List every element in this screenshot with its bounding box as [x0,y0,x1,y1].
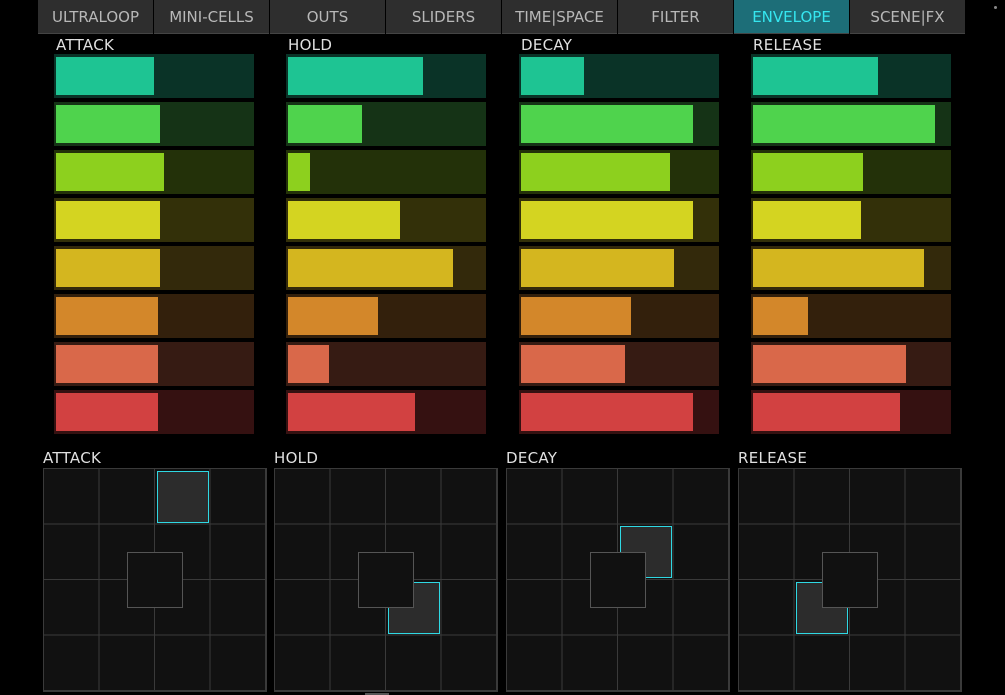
column-title: DECAY [521,36,573,54]
decay-slider-3[interactable] [519,150,719,194]
tab-scene-fx[interactable]: SCENE|FX [850,0,965,34]
release-slider-8[interactable] [751,390,951,434]
slider-fill [521,393,693,431]
release-pad: RELEASE [738,448,962,692]
slider-fill [521,57,584,95]
release-xy-grid[interactable] [738,468,962,692]
slider-fill [753,249,924,287]
slider-fill [521,153,670,191]
hold-slider-8[interactable] [286,390,486,434]
decay-slider-7[interactable] [519,342,719,386]
attack-slider-2[interactable] [54,102,254,146]
column-title: ATTACK [56,36,115,54]
slider-fill [288,393,415,431]
hold-slider-2[interactable] [286,102,486,146]
hold-slider-6[interactable] [286,294,486,338]
column-title: RELEASE [753,36,823,54]
slider-fill [521,297,631,335]
attack-slider-5[interactable] [54,246,254,290]
slider-fill [753,297,808,335]
slider-fill [288,201,400,239]
attack-slider-3[interactable] [54,150,254,194]
release-slider-1[interactable] [751,54,951,98]
hold-slider-3[interactable] [286,150,486,194]
slider-fill [288,105,362,143]
hold-slider-5[interactable] [286,246,486,290]
overflow-dot [994,6,997,9]
slider-fill [288,297,378,335]
pad-center-marker [127,552,184,609]
pad-title: DECAY [506,449,558,467]
release-slider-7[interactable] [751,342,951,386]
tab-envelope[interactable]: ENVELOPE [734,0,849,34]
attack-pad: ATTACK [43,448,267,692]
attack-slider-1[interactable] [54,54,254,98]
decay-slider-column: DECAY [519,36,719,438]
tab-sliders[interactable]: SLIDERS [386,0,501,34]
slider-fill [753,201,861,239]
slider-fill [56,345,158,383]
slider-fill [521,201,693,239]
decay-slider-2[interactable] [519,102,719,146]
slider-fill [56,393,158,431]
slider-fill [56,201,160,239]
pad-title: HOLD [274,449,319,467]
slider-fill [753,393,900,431]
decay-slider-8[interactable] [519,390,719,434]
slider-fill [56,249,160,287]
pad-center-marker [822,552,879,609]
slider-fill [288,153,310,191]
hold-slider-7[interactable] [286,342,486,386]
slider-fill [56,153,164,191]
slider-fill [521,105,693,143]
release-slider-4[interactable] [751,198,951,242]
release-slider-column: RELEASE [751,36,951,438]
release-slider-5[interactable] [751,246,951,290]
decay-slider-6[interactable] [519,294,719,338]
slider-fill [288,57,423,95]
pad-center-marker [590,552,647,609]
attack-slider-7[interactable] [54,342,254,386]
hold-slider-column: HOLD [286,36,486,438]
decay-slider-5[interactable] [519,246,719,290]
slider-fill [521,249,674,287]
tab-mini-cells[interactable]: MINI-CELLS [154,0,269,34]
hold-slider-1[interactable] [286,54,486,98]
tab-filter[interactable]: FILTER [618,0,733,34]
decay-xy-grid[interactable] [506,468,730,692]
slider-fill [56,297,158,335]
release-slider-2[interactable] [751,102,951,146]
tab-time-space[interactable]: TIME|SPACE [502,0,617,34]
slider-fill [753,345,906,383]
slider-fill [288,249,453,287]
attack-slider-6[interactable] [54,294,254,338]
attack-xy-grid[interactable] [43,468,267,692]
slider-fill [521,345,625,383]
slider-fill [56,57,154,95]
hold-pad: HOLD [274,448,498,692]
release-slider-3[interactable] [751,150,951,194]
pad-cursor[interactable] [156,470,209,523]
attack-slider-column: ATTACK [54,36,254,438]
slider-fill [56,105,160,143]
tab-bar: ULTRALOOP MINI-CELLS OUTS SLIDERS TIME|SPACE… [38,0,966,35]
tab-ultraloop[interactable]: ULTRALOOP [38,0,153,34]
slider-fill [288,345,329,383]
pad-title: RELEASE [738,449,808,467]
tab-outs[interactable]: OUTS [270,0,385,34]
slider-fill [753,153,863,191]
column-title: HOLD [288,36,333,54]
decay-slider-1[interactable] [519,54,719,98]
release-slider-6[interactable] [751,294,951,338]
decay-slider-4[interactable] [519,198,719,242]
attack-slider-4[interactable] [54,198,254,242]
decay-pad: DECAY [506,448,730,692]
pad-center-marker [358,552,415,609]
attack-slider-8[interactable] [54,390,254,434]
pad-title: ATTACK [43,449,102,467]
hold-xy-grid[interactable] [274,468,498,692]
hold-slider-4[interactable] [286,198,486,242]
slider-fill [753,105,935,143]
slider-fill [753,57,878,95]
